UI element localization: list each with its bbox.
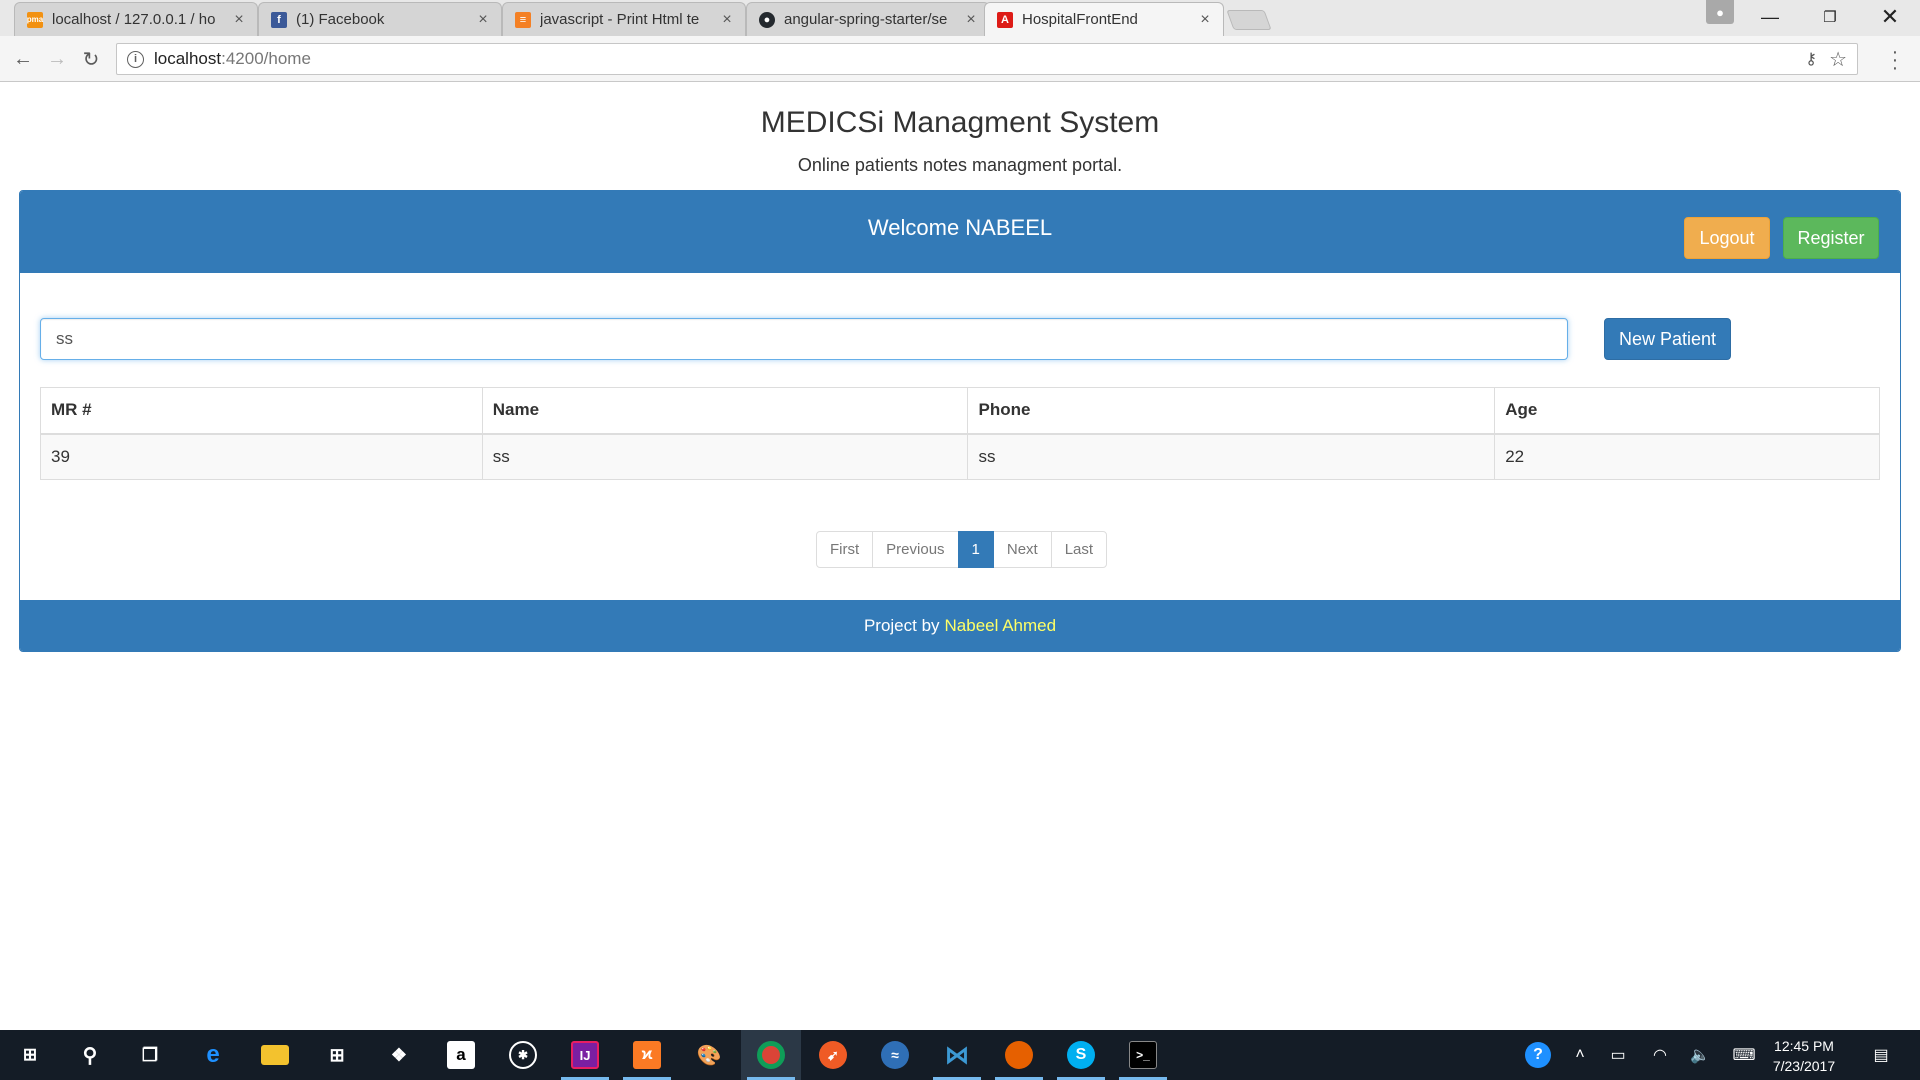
close-icon[interactable]: × [231, 11, 247, 29]
tab-title: angular-spring-starter/se [784, 11, 948, 28]
task-view-icon[interactable]: ❐ [120, 1030, 180, 1080]
page-subtitle: Online patients notes managment portal. [797, 155, 1123, 175]
search-icon[interactable]: ⚲ [60, 1030, 120, 1080]
address-host: localhost [154, 49, 222, 68]
postman-icon[interactable]: ➹ [803, 1030, 863, 1080]
column-header-mr: MR # [40, 387, 483, 435]
browser-toolbar: ← → ↻ i localhost:4200/home ⚷ ☆ · · · [0, 36, 1920, 82]
cell-age: 22 [1494, 433, 1880, 480]
dropbox-icon[interactable]: ❖ [369, 1030, 429, 1080]
cell-phone: ss [967, 433, 1496, 480]
column-header-phone: Phone [967, 387, 1496, 435]
browser-tab-stackoverflow[interactable]: ≡ javascript - Print Html te × [502, 2, 746, 36]
profile-icon[interactable]: ● [1706, 0, 1734, 24]
clock-time: 12:45 PM [1774, 1038, 1834, 1054]
pagination-next[interactable]: Next [992, 531, 1052, 568]
clock-date: 7/23/2017 [1772, 1058, 1836, 1074]
key-icon[interactable]: ⚷ [1805, 49, 1817, 69]
table-row[interactable]: 39 ss ss 22 [40, 433, 1880, 480]
vscode-icon[interactable]: ⋈ [927, 1030, 987, 1080]
start-icon[interactable]: ⊞ [0, 1030, 60, 1080]
back-icon[interactable]: ← [10, 46, 36, 72]
firefox-icon[interactable] [989, 1030, 1049, 1080]
help-icon[interactable]: ? [1520, 1030, 1556, 1080]
search-input[interactable] [40, 318, 1568, 360]
tab-title: localhost / 127.0.0.1 / ho [52, 11, 216, 28]
reload-icon[interactable]: ↻ [78, 46, 104, 72]
volume-icon[interactable]: 🔈 [1688, 1030, 1712, 1080]
footer-author-link[interactable]: Nabeel Ahmed [945, 616, 1057, 636]
minimize-icon[interactable]: — [1740, 0, 1800, 34]
facebook-icon: f [271, 11, 287, 28]
battery-icon[interactable]: ▭ [1606, 1030, 1630, 1080]
amazon-icon[interactable]: a [431, 1030, 491, 1080]
taskbar: ⊞ ⚲ ❐ e ⊞ ❖ a ✱ IJ ϰ 🎨 ➹ ≈ ⋈ S >_ ? ˄ ▭ … [0, 1030, 1920, 1080]
column-header-name: Name [481, 387, 969, 435]
chevron-up-icon[interactable]: ˄ [1568, 1030, 1592, 1080]
stackoverflow-icon: ≡ [515, 11, 531, 28]
paint-icon[interactable]: 🎨 [679, 1030, 739, 1080]
cell-mr: 39 [40, 433, 483, 480]
store-icon[interactable]: ⊞ [307, 1030, 367, 1080]
browser-tabstrip: pma localhost / 127.0.0.1 / ho × f (1) F… [0, 0, 1920, 36]
xampp-icon[interactable]: ϰ [617, 1030, 677, 1080]
tab-title: HospitalFrontEnd [1022, 11, 1138, 28]
address-path: :4200/home [221, 49, 311, 68]
pagination: First Previous 1 Next Last [816, 531, 1108, 568]
browser-tab-hospitalfrontend[interactable]: A HospitalFrontEnd × [984, 2, 1224, 36]
page: MEDICSi Managment System Online patients… [0, 83, 1920, 1030]
close-icon[interactable]: × [1197, 11, 1213, 29]
pagination-page-current[interactable]: 1 [957, 531, 994, 568]
info-icon[interactable]: i [127, 50, 144, 68]
pagination-previous[interactable]: Previous [872, 531, 959, 568]
forward-icon[interactable]: → [44, 46, 70, 72]
clock[interactable]: 12:45 PM 7/23/2017 [1756, 1036, 1852, 1076]
new-tab-button[interactable] [1226, 10, 1272, 30]
pagination-first[interactable]: First [816, 531, 874, 568]
file-explorer-icon[interactable] [245, 1030, 305, 1080]
register-button[interactable]: Register [1783, 217, 1879, 259]
browser-tab-phpmyadmin[interactable]: pma localhost / 127.0.0.1 / ho × [14, 2, 258, 36]
intellij-icon[interactable]: IJ [555, 1030, 615, 1080]
table-header-row: MR # Name Phone Age [40, 387, 1880, 435]
edge-icon[interactable]: e [183, 1030, 243, 1080]
panel-footer: Project by Nabeel Ahmed [20, 600, 1900, 651]
tab-title: javascript - Print Html te [540, 11, 700, 28]
skype-icon[interactable]: S [1051, 1030, 1111, 1080]
main-panel: Welcome NABEEL Logout Register New Patie… [19, 190, 1901, 652]
tab-title: (1) Facebook [296, 11, 385, 28]
phpmyadmin-icon: pma [27, 11, 43, 28]
wifi-icon[interactable]: ◠ [1648, 1030, 1672, 1080]
notifications-icon[interactable]: ▤ [1866, 1030, 1896, 1080]
panel-header: Welcome NABEEL Logout Register [20, 191, 1900, 273]
new-patient-button[interactable]: New Patient [1604, 318, 1731, 360]
menu-icon[interactable]: · · · [1890, 42, 1900, 78]
window-close-icon[interactable]: ✕ [1860, 0, 1920, 34]
pagination-last[interactable]: Last [1050, 531, 1108, 568]
browser-tab-facebook[interactable]: f (1) Facebook × [258, 2, 502, 36]
app-icon[interactable]: ≈ [865, 1030, 925, 1080]
page-title: MEDICSi Managment System [760, 106, 1160, 139]
close-icon[interactable]: × [963, 11, 979, 29]
column-header-age: Age [1494, 387, 1880, 435]
restore-icon[interactable]: ❐ [1800, 0, 1860, 34]
patients-table: MR # Name Phone Age 39 ss ss 22 [40, 387, 1880, 480]
github-icon: ● [759, 11, 775, 28]
cell-name: ss [481, 433, 969, 480]
browser-tab-github[interactable]: ● angular-spring-starter/se × [746, 2, 990, 36]
address-bar[interactable]: i localhost:4200/home ⚷ ☆ [116, 43, 1858, 75]
bookmark-star-icon[interactable]: ☆ [1829, 47, 1847, 72]
logout-button[interactable]: Logout [1684, 217, 1770, 259]
footer-prefix: Project by [863, 615, 940, 635]
terminal-icon[interactable]: >_ [1113, 1030, 1173, 1080]
close-icon[interactable]: × [475, 11, 491, 29]
welcome-text: Welcome NABEEL [867, 215, 1053, 240]
close-icon[interactable]: × [719, 11, 735, 29]
app-icon[interactable]: ✱ [493, 1030, 553, 1080]
angular-icon: A [997, 11, 1013, 28]
chrome-icon[interactable] [741, 1030, 801, 1080]
